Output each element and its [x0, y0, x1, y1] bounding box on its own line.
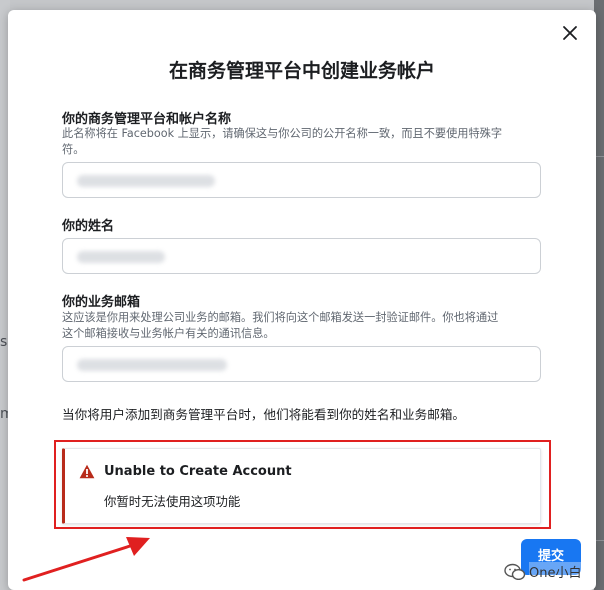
business-name-help-line2: 符。 [62, 143, 85, 156]
alert-highlight-box [54, 440, 551, 529]
business-email-help-line1: 这应该是你用来处理公司业务的邮箱。我们将向这个邮箱发送一封验证邮件。你也将通过 [62, 311, 499, 324]
business-email-input[interactable] [63, 347, 540, 381]
your-name-input-wrapper [62, 238, 541, 274]
visibility-notice: 当你将用户添加到商务管理平台时，他们将能看到你的姓名和业务邮箱。 [62, 407, 465, 422]
create-business-account-dialog: 在商务管理平台中创建业务帐户 你的商务管理平台和帐户名称 此名称将在 Faceb… [8, 10, 596, 590]
business-email-help-line2: 这个邮箱接收与业务帐户有关的通讯信息。 [62, 327, 275, 340]
annotation-arrow [22, 532, 152, 584]
background-text-fragment: s [0, 334, 8, 350]
business-email-label: 你的业务邮箱 [62, 295, 141, 310]
watermark: One小白 [504, 562, 582, 581]
your-name-label: 你的姓名 [62, 219, 115, 234]
business-name-input[interactable] [63, 163, 540, 197]
business-email-input-wrapper [62, 346, 541, 382]
business-name-input-wrapper [62, 162, 541, 198]
watermark-text: One小白 [529, 562, 582, 581]
close-button[interactable] [559, 22, 581, 44]
business-name-label: 你的商务管理平台和帐户名称 [62, 112, 232, 127]
your-name-input[interactable] [63, 239, 540, 273]
close-icon [563, 26, 577, 40]
business-name-help-line1: 此名称将在 Facebook 上显示，请确保这与你公司的公开名称一致，而且不要使… [62, 127, 503, 140]
wechat-icon [504, 563, 526, 580]
dialog-title: 在商务管理平台中创建业务帐户 [168, 60, 435, 82]
